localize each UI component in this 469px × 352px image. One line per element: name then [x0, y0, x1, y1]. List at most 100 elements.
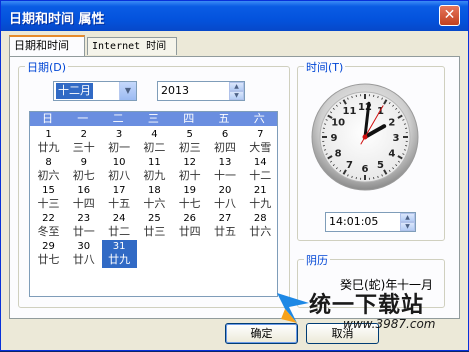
chevron-down-icon[interactable]: ▼ — [119, 82, 136, 100]
calendar-day[interactable]: 7大雪 — [243, 128, 278, 156]
calendar-day[interactable]: 23廿一 — [66, 212, 101, 240]
year-spin-buttons: ▲ ▼ — [229, 82, 244, 100]
calendar-day[interactable]: 5初三 — [172, 128, 207, 156]
day-number: 28 — [243, 212, 278, 225]
calendar-day[interactable]: 6初四 — [208, 128, 243, 156]
day-number: 12 — [172, 156, 207, 169]
calendar-day[interactable]: 27廿五 — [208, 212, 243, 240]
day-number: 16 — [66, 184, 101, 197]
calendar-day[interactable]: 16十四 — [66, 184, 101, 212]
day-number: 18 — [137, 184, 172, 197]
weekday-label: 五 — [207, 112, 242, 126]
calendar-day[interactable]: 24廿二 — [102, 212, 137, 240]
month-dropdown-value: 十二月 — [56, 83, 93, 99]
calendar-day[interactable]: 21十九 — [243, 184, 278, 212]
lunar-day: 初六 — [31, 169, 66, 182]
calendar-day[interactable]: 4初二 — [137, 128, 172, 156]
date-time-properties-window: 日期和时间 属性 ✕ 日期和时间 Internet 时间 日期(D) 十二月 ▼… — [0, 0, 469, 351]
calendar-day[interactable]: 11初九 — [137, 156, 172, 184]
lunar-day: 初九 — [137, 169, 172, 182]
calendar-day[interactable]: 3初一 — [102, 128, 137, 156]
spin-down-icon[interactable]: ▼ — [400, 222, 415, 231]
weekday-label: 三 — [136, 112, 171, 126]
day-number: 2 — [66, 128, 101, 141]
calendar-day[interactable]: 13十一 — [208, 156, 243, 184]
tab-date-time[interactable]: 日期和时间 — [9, 35, 85, 56]
spin-up-icon[interactable]: ▲ — [229, 82, 244, 91]
clock-center — [363, 135, 368, 140]
lunar-day: 三十 — [66, 141, 101, 154]
calendar-day[interactable]: 20十八 — [208, 184, 243, 212]
analog-clock: 121234567891011 — [307, 77, 419, 207]
site-watermark: 统一下载站 www.3987.com — [273, 283, 469, 352]
day-number: 8 — [31, 156, 66, 169]
weekday-label: 一 — [65, 112, 100, 126]
tab-internet-time[interactable]: Internet 时间 — [87, 37, 177, 55]
close-button[interactable]: ✕ — [439, 5, 460, 26]
lunar-day: 廿一 — [66, 225, 101, 238]
lunar-day: 初三 — [172, 141, 207, 154]
spin-down-icon[interactable]: ▼ — [229, 91, 244, 100]
lunar-day: 初八 — [102, 169, 137, 182]
clock-numeral: 8 — [335, 149, 342, 160]
lunar-day: 十二 — [243, 169, 278, 182]
calendar-day[interactable]: 30廿八 — [66, 240, 101, 268]
clock-numeral: 2 — [388, 118, 395, 129]
window-title: 日期和时间 属性 — [9, 8, 105, 27]
lunar-day: 廿九 — [31, 141, 66, 154]
calendar-day[interactable]: 17十五 — [102, 184, 137, 212]
calendar-day[interactable]: 9初七 — [66, 156, 101, 184]
watermark-url: www.3987.com — [343, 317, 435, 331]
calendar-day[interactable]: 2三十 — [66, 128, 101, 156]
lunar-day: 廿四 — [172, 225, 207, 238]
clock-numeral: 3 — [393, 133, 400, 144]
day-number: 5 — [172, 128, 207, 141]
spin-up-icon[interactable]: ▲ — [400, 213, 415, 222]
time-spinner[interactable]: 14:01:05 ▲ ▼ — [325, 212, 416, 232]
day-number: 22 — [31, 212, 66, 225]
calendar-day[interactable]: 14十二 — [243, 156, 278, 184]
calendar-day[interactable]: 28廿六 — [243, 212, 278, 240]
day-number: 21 — [243, 184, 278, 197]
title-bar[interactable]: 日期和时间 属性 ✕ — [1, 1, 468, 31]
clock-numeral: 6 — [362, 164, 369, 175]
day-number: 9 — [66, 156, 101, 169]
lunar-day: 十五 — [102, 197, 137, 210]
calendar-day[interactable]: 22冬至 — [31, 212, 66, 240]
calendar-day[interactable]: 15十三 — [31, 184, 66, 212]
day-number: 30 — [66, 240, 101, 253]
calendar-day[interactable]: 19十七 — [172, 184, 207, 212]
calendar-day[interactable]: 12初十 — [172, 156, 207, 184]
lunar-day: 十八 — [208, 197, 243, 210]
lunar-day: 廿九 — [102, 253, 137, 266]
calendar-day[interactable]: 8初六 — [31, 156, 66, 184]
calendar-day[interactable]: 25廿三 — [137, 212, 172, 240]
calendar-day[interactable]: 18十六 — [137, 184, 172, 212]
calendar-day[interactable]: 29廿七 — [31, 240, 66, 268]
clock-numeral: 5 — [377, 160, 384, 171]
day-number: 25 — [137, 212, 172, 225]
calendar-day[interactable]: 1廿九 — [31, 128, 66, 156]
day-number: 14 — [243, 156, 278, 169]
day-number: 3 — [102, 128, 137, 141]
calendar-day[interactable]: 31廿九 — [102, 240, 137, 268]
day-number: 10 — [102, 156, 137, 169]
lunar-day: 廿二 — [102, 225, 137, 238]
weekday-label: 日 — [30, 112, 65, 126]
close-icon: ✕ — [444, 7, 456, 23]
lunar-day: 初一 — [102, 141, 137, 154]
day-number: 6 — [208, 128, 243, 141]
day-number: 4 — [137, 128, 172, 141]
month-dropdown[interactable]: 十二月 ▼ — [53, 81, 137, 101]
calendar-day[interactable]: 10初八 — [102, 156, 137, 184]
year-spinner[interactable]: 2013 ▲ ▼ — [157, 81, 245, 101]
lunar-day: 冬至 — [31, 225, 66, 238]
calendar-day[interactable]: 26廿四 — [172, 212, 207, 240]
lunar-group-label: 阴历 — [304, 252, 330, 268]
day-number: 11 — [137, 156, 172, 169]
lunar-day: 大雪 — [243, 141, 278, 154]
lunar-day: 初十 — [172, 169, 207, 182]
time-spin-buttons: ▲ ▼ — [400, 213, 415, 231]
weekday-header: 日一二三四五六 — [30, 112, 277, 126]
lunar-day: 十三 — [31, 197, 66, 210]
